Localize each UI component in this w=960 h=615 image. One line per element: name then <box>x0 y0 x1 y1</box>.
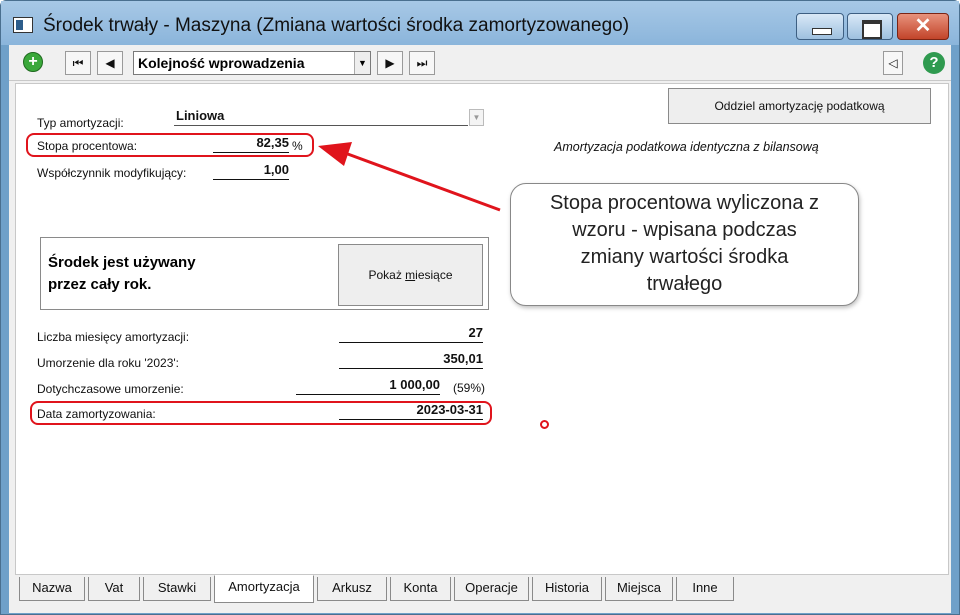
callout-line2: wzoru - wpisana podczas <box>572 219 797 241</box>
show-months-label-a: Pokaż <box>368 268 406 282</box>
tab-bar: Nazwa Vat Stawki Amortyzacja Arkusz Kont… <box>15 575 949 603</box>
tab-amortyzacja[interactable]: Amortyzacja <box>214 575 314 603</box>
callout-line1: Stopa procentowa wyliczona z <box>549 192 820 214</box>
last-icon: ⏭ <box>416 56 428 70</box>
app-icon <box>13 17 33 33</box>
separate-tax-amortization-button[interactable]: Oddziel amortyzację podatkową <box>668 88 931 124</box>
stopa-unit: % <box>292 139 303 153</box>
collapse-icon: ◁ <box>888 56 898 70</box>
tax-note: Amortyzacja podatkowa identyczna z bilan… <box>554 140 819 154</box>
window-title: Środek trwały - Maszyna (Zmiana wartości… <box>43 15 630 36</box>
order-select[interactable]: Kolejność wprowadzenia ▼ <box>133 51 371 75</box>
usage-text: Środek jest używany przez cały rok. <box>48 252 196 296</box>
prev-icon: ◀ <box>105 56 115 70</box>
client-area: + ⏮ ◀ Kolejność wprowadzenia ▼ ▶ ⏭ ◁ ? T… <box>9 45 951 613</box>
maximize-icon <box>848 14 892 39</box>
wspolczynnik-field[interactable]: 1,00 <box>213 162 289 180</box>
usage-text-line1: Środek jest używany <box>48 254 196 271</box>
typ-amortyzacji-select[interactable]: Liniowa <box>174 108 468 126</box>
data-zamortyzowania-label: Data zamortyzowania: <box>37 407 156 421</box>
stopa-procentowa-label: Stopa procentowa: <box>37 139 138 153</box>
amortization-panel: Typ amortyzacji: Liniowa ▼ Stopa procent… <box>15 83 949 575</box>
chevron-down-icon[interactable]: ▼ <box>354 52 370 74</box>
tab-konta[interactable]: Konta <box>390 577 451 601</box>
tab-nazwa[interactable]: Nazwa <box>19 577 85 601</box>
show-months-label-b: m <box>405 268 416 282</box>
order-select-value: Kolejność wprowadzenia <box>138 55 305 71</box>
umorzenie-value: 350,01 <box>339 351 483 369</box>
dotychczasowe-label: Dotychczasowe umorzenie: <box>37 382 184 396</box>
prev-record-button[interactable]: ◀ <box>97 51 123 75</box>
minimize-button[interactable] <box>796 13 844 40</box>
close-icon: ✕ <box>914 15 932 37</box>
next-icon: ▶ <box>385 56 395 70</box>
close-button[interactable]: ✕ <box>897 13 949 40</box>
dotychczasowe-percent: (59%) <box>453 381 486 395</box>
usage-text-line2: przez cały rok. <box>48 276 152 293</box>
typ-amortyzacji-value: Liniowa <box>176 108 225 123</box>
tab-vat[interactable]: Vat <box>88 577 140 601</box>
collapse-button[interactable]: ◁ <box>883 51 903 75</box>
marker-circle <box>540 420 549 429</box>
next-record-button[interactable]: ▶ <box>377 51 403 75</box>
first-record-button[interactable]: ⏮ <box>65 51 91 75</box>
add-icon[interactable]: + <box>23 52 43 72</box>
last-record-button[interactable]: ⏭ <box>409 51 435 75</box>
umorzenie-label: Umorzenie dla roku '2023': <box>37 356 179 370</box>
data-zamortyzowania-value: 2023-03-31 <box>339 402 483 420</box>
wspolczynnik-label: Współczynnik modyfikujący: <box>37 166 187 180</box>
liczba-miesiecy-value: 27 <box>339 325 483 343</box>
title-bar[interactable]: Środek trwały - Maszyna (Zmiana wartości… <box>1 1 959 45</box>
tab-operacje[interactable]: Operacje <box>454 577 529 601</box>
show-months-label-c: iesiące <box>415 268 453 282</box>
chevron-down-icon[interactable]: ▼ <box>469 109 484 126</box>
tab-stawki[interactable]: Stawki <box>143 577 211 601</box>
maximize-button[interactable] <box>847 13 893 40</box>
tab-inne[interactable]: Inne <box>676 577 734 601</box>
minimize-icon <box>797 14 843 39</box>
toolbar: + ⏮ ◀ Kolejność wprowadzenia ▼ ▶ ⏭ ◁ ? <box>9 45 951 81</box>
stopa-procentowa-field[interactable]: 82,35 <box>213 135 289 153</box>
usage-box: Środek jest używany przez cały rok. Poka… <box>40 237 489 310</box>
tab-historia[interactable]: Historia <box>532 577 602 601</box>
typ-amortyzacji-label: Typ amortyzacji: <box>37 116 124 130</box>
app-window: Środek trwały - Maszyna (Zmiana wartości… <box>0 0 960 615</box>
first-icon: ⏮ <box>72 56 84 70</box>
callout-line3: zmiany wartości środka <box>580 246 789 268</box>
annotation-callout: Stopa procentowa wyliczona z wzoru - wpi… <box>510 183 859 306</box>
show-months-button[interactable]: Pokaż miesiące <box>338 244 483 306</box>
tab-arkusz[interactable]: Arkusz <box>317 577 387 601</box>
liczba-miesiecy-label: Liczba miesięcy amortyzacji: <box>37 330 190 344</box>
dotychczasowe-field[interactable]: 1 000,00 <box>296 377 440 395</box>
tab-miejsca[interactable]: Miejsca <box>605 577 673 601</box>
help-icon[interactable]: ? <box>923 52 945 74</box>
callout-line4: trwałego <box>646 273 723 295</box>
